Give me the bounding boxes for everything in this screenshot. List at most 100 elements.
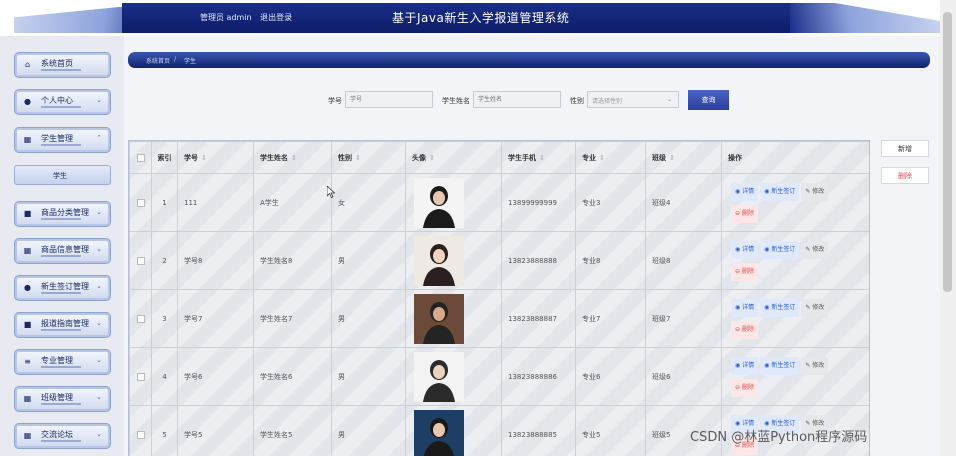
student-avatar-image[interactable] xyxy=(414,177,464,228)
page-scrollbar[interactable] xyxy=(940,0,956,456)
chevron-up-icon: ⌃ xyxy=(96,134,102,142)
student-name-input[interactable] xyxy=(473,91,561,108)
cell-name: 学生姓名8 xyxy=(253,231,332,290)
table-row[interactable]: 1 111 A学生女 13899999999 专业3 班级4 ◉ 详情 ◉ 新生签订 ✎ 修改 ⊖… xyxy=(129,173,869,232)
query-button[interactable]: 查询 xyxy=(688,90,729,110)
sidebar-item-label: 专业管理 xyxy=(41,356,73,365)
sign-button[interactable]: ◉ 新生签订 xyxy=(760,356,800,375)
student-avatar-image[interactable] xyxy=(414,235,464,286)
sort-icon[interactable]: ⇕ xyxy=(429,154,435,162)
row-checkbox[interactable] xyxy=(136,372,145,381)
delete-button[interactable]: ⊖ 删除 xyxy=(731,378,758,397)
row-checkbox[interactable] xyxy=(136,256,145,265)
edit-button[interactable]: ✎ 修改 xyxy=(801,298,829,317)
table-row[interactable]: 2 学号8 学生姓名8 男 13823888888 专业8 班级8 ◉ 详情 ◉ 新生签订 ✎ 修… xyxy=(129,231,869,290)
grid-icon: ▦ xyxy=(23,431,32,440)
column-header-student-no[interactable]: 学号 ⇕ xyxy=(177,141,254,174)
delete-button[interactable]: ⊖ 删除 xyxy=(731,204,758,223)
cell-index: 1 xyxy=(151,173,178,232)
row-select-cell[interactable] xyxy=(129,405,152,456)
column-header-avatar[interactable]: 头像 ⇕ xyxy=(405,141,502,174)
breadcrumb-current: 学生 xyxy=(184,58,197,65)
cell-index: 3 xyxy=(151,289,178,348)
student-no-label: 学号 xyxy=(328,97,342,105)
scrollbar-thumb[interactable] xyxy=(943,12,952,292)
sidebar-item-product-info[interactable]: ▦ 商品信息管理 ⌄ xyxy=(14,238,111,264)
delete-icon: ⊖ xyxy=(735,267,742,275)
sidebar-item-label: 商品分类管理 xyxy=(41,208,89,217)
select-all-checkbox[interactable] xyxy=(136,153,145,162)
cell-class: 班级6 xyxy=(645,347,722,406)
cell-avatar xyxy=(405,405,502,456)
detail-button[interactable]: ◉ 详情 xyxy=(731,240,759,259)
sign-button[interactable]: ◉ 新生签订 xyxy=(760,240,800,259)
detail-button[interactable]: ◉ 详情 xyxy=(731,298,759,317)
table-row[interactable]: 3 学号7 学生姓名7 男 13823888887 专业7 班级7 ◉ 详情 ◉ 新生签订 ✎ 修… xyxy=(129,289,869,348)
sidebar-item-label: 学生管理 xyxy=(41,134,73,143)
column-header-major[interactable]: 专业 ⇕ xyxy=(575,141,646,174)
detail-button[interactable]: ◉ 详情 xyxy=(731,182,759,201)
sidebar-item-class-management[interactable]: ▦ 班级管理 ⌄ xyxy=(14,386,111,412)
select-all-cell[interactable] xyxy=(129,141,152,174)
row-select-cell[interactable] xyxy=(129,173,152,232)
delete-button[interactable]: ⊖ 删除 xyxy=(731,320,758,339)
column-header-gender[interactable]: 性别 ⇕ xyxy=(331,141,406,174)
cell-avatar xyxy=(405,347,502,406)
cell-student-no: 学号6 xyxy=(177,347,254,406)
logout-link[interactable]: 退出登录 xyxy=(260,13,292,22)
edit-button[interactable]: ✎ 修改 xyxy=(801,240,829,259)
student-no-input[interactable] xyxy=(345,91,433,108)
column-header-name[interactable]: 学生姓名 ⇕ xyxy=(253,141,332,174)
detail-button[interactable]: ◉ 详情 xyxy=(731,356,759,375)
sort-icon[interactable]: ⇕ xyxy=(355,154,361,162)
sort-icon[interactable]: ⇕ xyxy=(539,154,545,162)
row-select-cell[interactable] xyxy=(129,347,152,406)
row-checkbox[interactable] xyxy=(136,198,145,207)
sidebar-item-report-guide[interactable]: ■ 报道指南管理 ⌄ xyxy=(14,312,111,338)
sidebar-item-label: 商品信息管理 xyxy=(41,245,89,254)
column-header-phone[interactable]: 学生手机 ⇕ xyxy=(501,141,576,174)
sign-button[interactable]: ◉ 新生签订 xyxy=(760,182,800,201)
sign-button[interactable]: ◉ 新生签订 xyxy=(760,298,800,317)
row-select-cell[interactable] xyxy=(129,289,152,348)
top-bar: 管理员 admin 退出登录 基于Java新生入学报道管理系统 xyxy=(0,0,956,36)
batch-delete-button[interactable]: 删除 xyxy=(881,167,929,184)
row-checkbox[interactable] xyxy=(136,430,145,439)
edit-button[interactable]: ✎ 修改 xyxy=(801,182,829,201)
sidebar-item-major-management[interactable]: ≡ 专业管理 ⌄ xyxy=(14,349,111,375)
sort-icon[interactable]: ⇕ xyxy=(599,154,605,162)
row-select-cell[interactable] xyxy=(129,231,152,290)
breadcrumb-home[interactable]: 系统首页 xyxy=(146,56,170,65)
box-icon: ■ xyxy=(23,320,32,329)
sidebar-item-product-category[interactable]: ■ 商品分类管理 ⌄ xyxy=(14,201,111,227)
edit-button[interactable]: ✎ 修改 xyxy=(801,356,829,375)
delete-button[interactable]: ⊖ 删除 xyxy=(731,262,758,281)
cell-phone: 13823888886 xyxy=(501,347,576,406)
sort-icon[interactable]: ⇕ xyxy=(291,154,297,162)
column-header-class[interactable]: 班级 ⇕ xyxy=(645,141,722,174)
student-avatar-image[interactable] xyxy=(414,409,464,456)
table-row[interactable]: 4 学号6 学生姓名6 男 13823888886 专业6 班级6 ◉ 详情 ◉ 新生签订 ✎ 修… xyxy=(129,347,869,406)
add-button[interactable]: 新增 xyxy=(881,140,929,157)
sidebar-subitem-student[interactable]: 学生 xyxy=(14,165,111,185)
sidebar-item-personal-center[interactable]: ● 个人中心 ⌄ xyxy=(14,89,111,115)
cell-class: 班级8 xyxy=(645,231,722,290)
cell-student-no: 111 xyxy=(177,173,254,232)
sidebar-item-enrollment-sign[interactable]: ● 新生签订管理 ⌄ xyxy=(14,275,111,301)
sort-icon[interactable]: ⇕ xyxy=(201,154,207,162)
delete-icon: ⊖ xyxy=(735,383,742,391)
sidebar-item-forum[interactable]: ▦ 交流论坛 ⌄ xyxy=(14,423,111,449)
row-checkbox[interactable] xyxy=(136,314,145,323)
sidebar-item-home[interactable]: ⌂ 系统首页 xyxy=(14,52,111,78)
cell-major: 专业7 xyxy=(575,289,646,348)
column-header-actions: 操作 xyxy=(721,141,869,174)
sidebar: ⌂ 系统首页 ● 个人中心 ⌄ ▦ 学生管理 ⌃ 学生 ■ 商品分类管理 ⌄ ▦… xyxy=(0,36,124,456)
sort-icon[interactable]: ⇕ xyxy=(669,154,675,162)
cell-gender: 男 xyxy=(331,289,406,348)
student-avatar-image[interactable] xyxy=(414,293,464,344)
user-icon: ● xyxy=(24,283,31,292)
sidebar-subitem-label: 学生 xyxy=(53,172,67,180)
sidebar-item-student-management[interactable]: ▦ 学生管理 ⌃ xyxy=(14,127,111,153)
gender-select[interactable]: 请选择性别 ⌄ xyxy=(587,91,679,108)
student-avatar-image[interactable] xyxy=(414,351,464,402)
